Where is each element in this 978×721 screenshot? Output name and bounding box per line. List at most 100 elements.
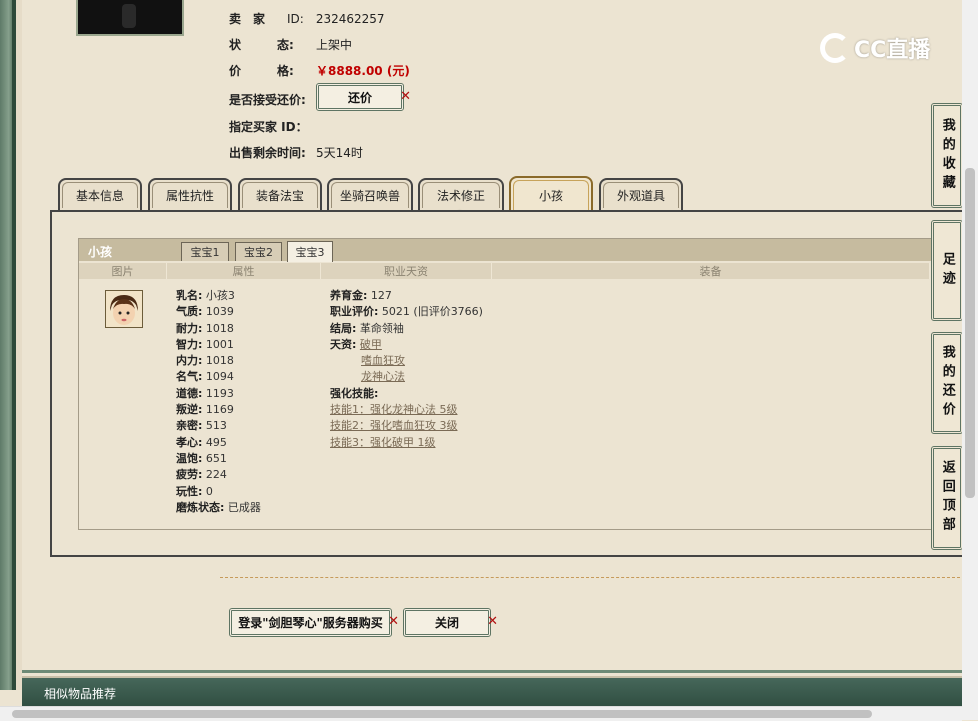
tab-spell-correction[interactable]: 法术修正 [418,178,504,210]
subtab-label: 宝宝2 [244,246,273,259]
side-nav-my-bargains[interactable]: 我的还价 [931,332,963,434]
footer-top-border [22,670,962,673]
tab-basic-info[interactable]: 基本信息 [58,178,142,210]
attr-label: 道德: [176,386,203,400]
skill-link[interactable]: 技能3：强化破甲 1级 [330,436,436,449]
child-panel-title: 小孩 [88,245,113,259]
side-nav-favorites[interactable]: 我的收藏 [931,103,963,208]
attr-label: 亲密: [176,419,203,433]
price-row: 价 格: ￥8888.00 (元) [229,62,410,79]
column-header-image: 图片 [79,263,167,279]
column-header-equipment: 装备 [492,263,930,279]
dashed-divider [220,577,960,578]
attr-row: 孝心: 495 [176,435,261,451]
time-row: 出售剩余时间: 5天14时 [229,144,363,161]
ending-label: 结局: [330,321,357,335]
cc-logo-icon [820,33,850,63]
raising-value: 127 [370,289,392,302]
login-buy-label: 登录"剑胆琴心"服务器购买 [238,616,383,630]
attr-label: 乳名: [176,289,203,302]
vertical-scroll-thumb[interactable] [965,168,975,498]
time-value: 5天14时 [316,146,363,160]
item-thumbnail [76,0,184,36]
attr-row: 内力: 1018 [176,353,261,369]
attr-value: 1193 [205,386,234,400]
side-nav-label: 足迹 [939,251,955,290]
tab-label: 坐骑召唤兽 [339,188,400,203]
close-button[interactable]: 关闭 ✕ [403,608,498,637]
side-nav-back-to-top[interactable]: 返回顶部 [931,446,963,550]
attr-row: 疲劳: 224 [176,467,261,483]
bargain-button-label: 还价 [347,90,372,105]
tab-appearance[interactable]: 外观道具 [599,178,683,210]
ending-row: 结局: 革命领袖 [330,321,483,337]
bargain-button[interactable]: 还价 ✕ [316,83,411,111]
bargain-row: 是否接受还价: [229,91,306,108]
raising-row: 养育金: 127 [330,288,483,304]
raising-label: 养育金: [330,289,368,302]
subtab-baby-1[interactable]: 宝宝1 [181,242,229,261]
login-buy-button[interactable]: 登录"剑胆琴心"服务器购买 ✕ [229,608,399,637]
attr-row: 温饱: 651 [176,451,261,467]
child-career: 养育金: 127 职业评价: 5021 (旧评价3766) 结局: 革命领袖 天… [330,288,483,451]
talent-link[interactable]: 破甲 [360,338,382,351]
side-nav-label: 返回顶部 [939,460,955,536]
attr-label: 玩性: [176,484,203,498]
tab-label: 外观道具 [616,188,665,203]
time-label: 出售剩余时间: [229,146,306,160]
skill-row: 技能2：强化嗜血狂攻 3级 [330,418,483,434]
attr-value: 已成器 [227,500,261,514]
skill-link[interactable]: 技能2：强化嗜血狂攻 3级 [330,419,458,432]
skills-row: 强化技能: [330,386,483,402]
subtab-label: 宝宝1 [190,246,220,259]
attr-row: 磨炼状态: 已成器 [176,500,261,516]
vertical-scrollbar[interactable] [962,0,978,720]
tab-mounts[interactable]: 坐骑召唤兽 [327,178,413,210]
cc-live-watermark: CC直播 [820,32,930,64]
attr-label: 内力: [176,354,203,368]
attr-label: 耐力: [176,321,203,335]
side-nav-label: 我的还价 [939,345,955,421]
status-row: 状 态: 上架中 [229,36,352,53]
side-nav-footprint[interactable]: 足迹 [931,220,963,321]
horizontal-scrollbar[interactable] [0,706,962,721]
tab-equipment[interactable]: 装备法宝 [238,178,322,210]
talent-link[interactable]: 龙神心法 [361,370,405,383]
attr-row: 亲密: 513 [176,418,261,434]
talent-row: 天资: 破甲 [330,337,483,353]
attr-row: 智力: 1001 [176,337,261,353]
attr-value: 1169 [205,403,234,417]
left-frame-border [0,0,22,690]
eval-row: 职业评价: 5021 (旧评价3766) [330,304,483,320]
tab-label: 装备法宝 [255,188,304,203]
talent-link[interactable]: 嗜血狂攻 [361,354,405,367]
skill-link[interactable]: 技能1：强化龙神心法 5级 [330,403,458,416]
attr-value: 1039 [205,305,234,319]
attr-value: 513 [205,419,227,433]
subtab-baby-2[interactable]: 宝宝2 [235,242,282,261]
price-label: 价 格: [229,64,294,78]
close-mark-icon: ✕ [487,614,498,629]
eval-label: 职业评价: [330,305,379,319]
horizontal-scroll-thumb[interactable] [12,710,872,718]
subtab-baby-3[interactable]: 宝宝3 [287,241,333,262]
attr-label: 疲劳: [176,468,203,482]
attr-row: 叛逆: 1169 [176,402,261,418]
attr-row: 气质: 1039 [176,304,261,320]
tab-child[interactable]: 小孩 [509,176,593,212]
attr-value: 小孩3 [205,289,235,302]
column-header-attributes: 属性 [167,263,321,279]
skills-label: 强化技能: [330,386,379,400]
tab-label: 小孩 [538,188,563,203]
price-value: ￥8888.00 (元) [316,64,410,78]
attr-label: 叛逆: [176,403,203,417]
side-nav-label: 我的收藏 [939,117,955,194]
close-button-label: 关闭 [434,616,459,630]
tab-attributes[interactable]: 属性抗性 [148,178,232,210]
status-label: 状 态: [229,38,294,52]
attr-value: 0 [205,484,213,498]
talent-row: 嗜血狂攻 [330,353,483,369]
attr-row: 乳名: 小孩3 [176,288,261,304]
subtab-label: 宝宝3 [295,246,325,259]
skill-row: 技能3：强化破甲 1级 [330,435,483,451]
